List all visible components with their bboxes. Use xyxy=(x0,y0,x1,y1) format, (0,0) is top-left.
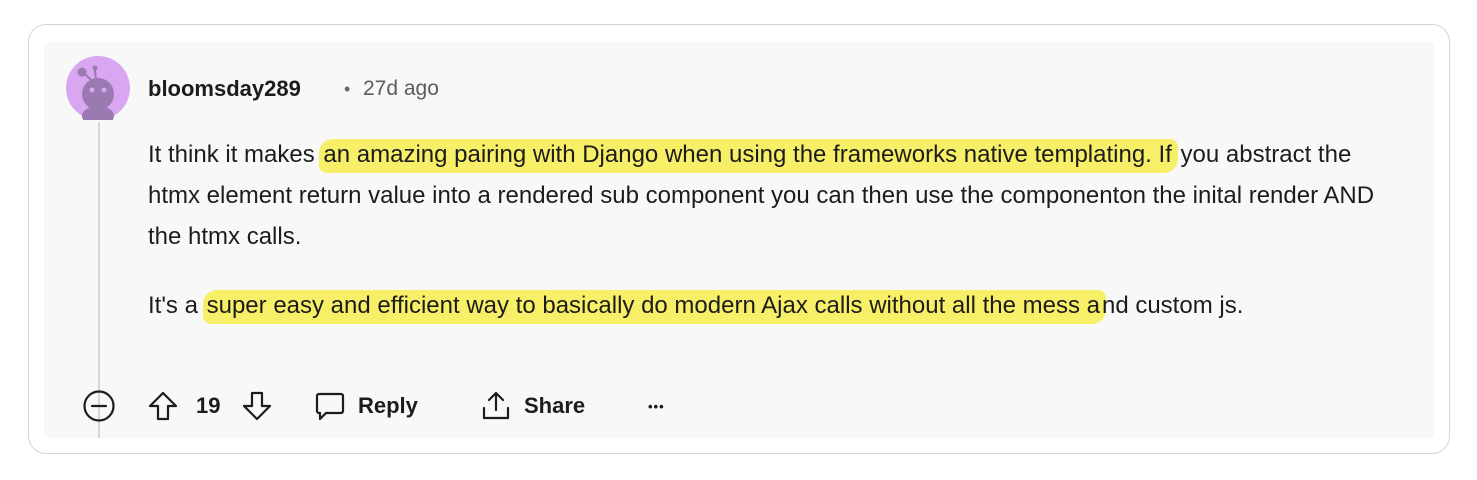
comment-paragraph-1: It think it makes an amazing pairing wit… xyxy=(148,134,1408,257)
minus-circle-icon xyxy=(83,390,115,422)
comment-timestamp[interactable]: 27d ago xyxy=(363,77,439,101)
arrow-down-icon xyxy=(242,391,272,421)
speech-bubble-icon xyxy=(315,392,345,421)
reply-button[interactable]: Reply xyxy=(314,384,418,428)
comment-body: It think it makes an amazing pairing wit… xyxy=(148,134,1408,326)
meta-separator: • xyxy=(344,79,351,99)
paragraph-1-text: It think it makes xyxy=(148,141,315,168)
collapse-button[interactable] xyxy=(82,384,116,428)
ellipsis-icon: ••• xyxy=(648,398,665,414)
more-options-button[interactable]: ••• xyxy=(648,384,665,428)
share-label: Share xyxy=(524,393,586,418)
paragraph-2-highlight: super easy and efficient way to basicall… xyxy=(202,290,1106,324)
comment-paragraph-2: It's a super easy and efficient way to b… xyxy=(148,285,1408,326)
paragraph-2-text-rest: nd custom js. xyxy=(1101,292,1244,319)
share-button[interactable]: Share xyxy=(480,384,585,428)
comment-action-bar: 19 Reply Share ••• xyxy=(78,384,778,428)
paragraph-1-highlight: an amazing pairing with Django when usin… xyxy=(319,139,1178,173)
paragraph-2-text: It's a xyxy=(148,292,198,319)
reply-label: Reply xyxy=(358,393,418,418)
share-upload-icon xyxy=(482,391,510,420)
comment-username[interactable]: bloomsday289 xyxy=(148,76,301,102)
upvote-button[interactable] xyxy=(146,384,180,428)
arrow-up-icon xyxy=(148,391,178,421)
avatar[interactable] xyxy=(66,56,130,126)
downvote-button[interactable] xyxy=(240,384,274,428)
snoo-avatar-icon xyxy=(66,56,130,126)
vote-score: 19 xyxy=(196,384,220,428)
vote-score-label: 19 xyxy=(196,393,221,418)
